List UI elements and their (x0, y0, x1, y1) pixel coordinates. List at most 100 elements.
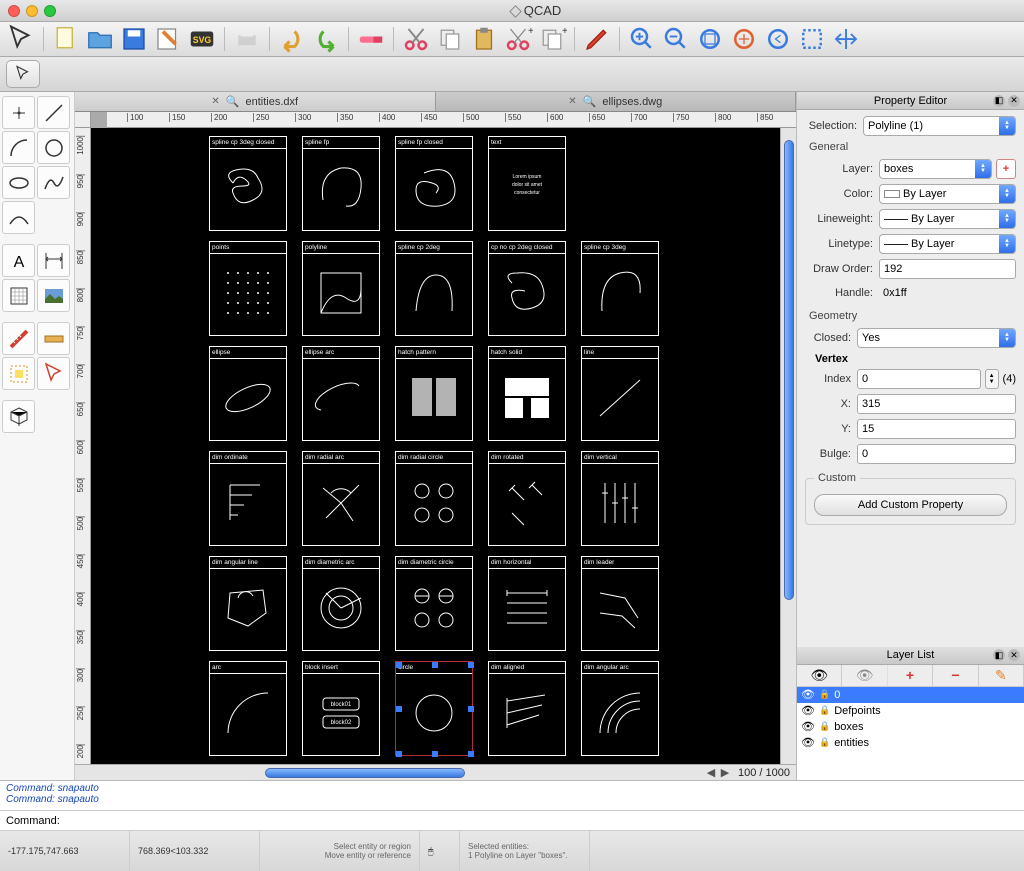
x-input[interactable] (857, 394, 1016, 414)
layer-row-Defpoints[interactable]: 👁🔒Defpoints (797, 703, 1024, 719)
tab-entities[interactable]: ✕🔍entities.dxf (75, 92, 436, 111)
entity-dim-diametric-circle[interactable]: dim diametric circle (395, 556, 473, 651)
cut-ref[interactable]: + (503, 25, 533, 53)
entity-dim-radial-arc[interactable]: dim radial arc (302, 451, 380, 546)
entity-line[interactable]: line (581, 346, 659, 441)
entity-dim-aligned[interactable]: dim aligned (488, 661, 566, 756)
new-file[interactable] (51, 25, 81, 53)
remove-layer[interactable]: − (933, 665, 978, 686)
undo[interactable] (277, 25, 307, 53)
lock-icon[interactable]: 🔒 (819, 721, 830, 732)
visibility-icon[interactable]: 👁 (801, 736, 815, 749)
canvas[interactable]: spline cp 3deg closedspline fpspline fp … (91, 128, 796, 764)
entity-dim-radial-circle[interactable]: dim radial circle (395, 451, 473, 546)
scroll-thumb[interactable] (265, 768, 465, 778)
delete[interactable] (356, 25, 386, 53)
entity-dim-diametric-arc[interactable]: dim diametric arc (302, 556, 380, 651)
visibility-icon[interactable]: 👁 (801, 704, 815, 717)
scroll-left[interactable]: ◀ (704, 766, 718, 780)
close-panel-icon[interactable]: ✕ (1008, 649, 1020, 661)
scroll-right[interactable]: ▶ (718, 766, 732, 780)
zoom-in[interactable] (627, 25, 657, 53)
block-tool[interactable] (2, 400, 35, 433)
save-file[interactable] (119, 25, 149, 53)
closed-dropdown[interactable]: Yes▲▼ (857, 328, 1016, 348)
zoom-prev[interactable] (763, 25, 793, 53)
cut[interactable] (401, 25, 431, 53)
visibility-icon[interactable]: 👁 (801, 688, 815, 701)
paste[interactable] (469, 25, 499, 53)
entity-spline-cp-3deg-closed[interactable]: spline cp 3deg closed (209, 136, 287, 231)
measure-tool[interactable] (2, 322, 35, 355)
line-tool[interactable] (37, 96, 70, 129)
copy[interactable] (435, 25, 465, 53)
redo[interactable] (311, 25, 341, 53)
entity-spline-fp-closed[interactable]: spline fp closed (395, 136, 473, 231)
layer-row-0[interactable]: 👁🔒0 (797, 687, 1024, 703)
entity-dim-leader[interactable]: dim leader (581, 556, 659, 651)
add-layer-button[interactable]: + (996, 159, 1016, 179)
entity-hatch-solid[interactable]: hatch solid (488, 346, 566, 441)
entity-arc[interactable]: arc (209, 661, 287, 756)
draworder-input[interactable] (879, 259, 1016, 279)
open-file[interactable] (85, 25, 115, 53)
image-tool[interactable] (37, 279, 70, 312)
entity-hatch-pattern[interactable]: hatch pattern (395, 346, 473, 441)
add-custom-property-button[interactable]: Add Custom Property (814, 494, 1007, 516)
zoom-selection[interactable] (729, 25, 759, 53)
color-dropdown[interactable]: By Layer▲▼ (879, 184, 1016, 204)
bulge-input[interactable] (857, 444, 1016, 464)
minimize-window[interactable] (26, 5, 38, 17)
entity-spline-cp-2deg[interactable]: spline cp 2deg (395, 241, 473, 336)
tab-ellipses[interactable]: ✕🔍ellipses.dwg (436, 92, 797, 111)
layer-row-boxes[interactable]: 👁🔒boxes (797, 719, 1024, 735)
pick-tool[interactable] (37, 357, 70, 390)
close-tab-icon[interactable]: ✕ (211, 96, 219, 107)
select-tool[interactable] (2, 357, 35, 390)
close-panel-icon[interactable]: ✕ (1008, 95, 1020, 107)
layer-row-entities[interactable]: 👁🔒entities (797, 735, 1024, 751)
pan[interactable] (831, 25, 861, 53)
entity-dim-horizontal[interactable]: dim horizontal (488, 556, 566, 651)
lock-icon[interactable]: 🔒 (819, 737, 830, 748)
text-tool[interactable]: A (2, 244, 35, 277)
entity-dim-angular-line[interactable]: dim angular line (209, 556, 287, 651)
entity-cp-no-cp-2deg-closed[interactable]: cp no cp 2deg closed (488, 241, 566, 336)
copy-ref[interactable]: + (537, 25, 567, 53)
layer-dropdown[interactable]: boxes▲▼ (879, 159, 992, 179)
undock-icon[interactable]: ◧ (993, 95, 1005, 107)
zoom-auto[interactable] (695, 25, 725, 53)
dimension-tool[interactable] (37, 244, 70, 277)
index-input[interactable] (857, 369, 981, 389)
circle-tool[interactable] (37, 131, 70, 164)
edit-file[interactable] (153, 25, 183, 53)
entity-spline-fp[interactable]: spline fp (302, 136, 380, 231)
entity-ellipse-arc[interactable]: ellipse arc (302, 346, 380, 441)
pencil-tool[interactable] (582, 25, 612, 53)
entity-dim-ordinate[interactable]: dim ordinate (209, 451, 287, 546)
entity-circle[interactable]: circle (395, 661, 473, 756)
entity-points[interactable]: points (209, 241, 287, 336)
entity-spline-cp-3deg[interactable]: spline cp 3deg (581, 241, 659, 336)
entity-dim-angular-arc[interactable]: dim angular arc (581, 661, 659, 756)
ellipse-tool[interactable] (2, 166, 35, 199)
entity-ellipse[interactable]: ellipse (209, 346, 287, 441)
lineweight-dropdown[interactable]: By Layer▲▼ (879, 209, 1016, 229)
visibility-icon[interactable]: 👁 (801, 720, 815, 733)
close-tab-icon[interactable]: ✕ (568, 96, 576, 107)
entity-text[interactable]: textLorem ipsumdolor sit ametconsectetur (488, 136, 566, 231)
entity-dim-rotated[interactable]: dim rotated (488, 451, 566, 546)
lock-icon[interactable]: 🔒 (819, 705, 830, 716)
zoom-out[interactable] (661, 25, 691, 53)
entity-dim-vertical[interactable]: dim vertical (581, 451, 659, 546)
hide-all-layers[interactable]: 👁 (842, 665, 887, 686)
entity-block-insert[interactable]: block insertblock01block02 (302, 661, 380, 756)
polyline-tool[interactable] (2, 201, 35, 234)
arc-tool[interactable] (2, 131, 35, 164)
lock-icon[interactable]: 🔒 (819, 689, 830, 700)
close-window[interactable] (8, 5, 20, 17)
entity-polyline[interactable]: polyline (302, 241, 380, 336)
show-all-layers[interactable]: 👁 (797, 665, 842, 686)
edit-layer[interactable]: ✎ (979, 665, 1024, 686)
pointer-tool[interactable] (6, 25, 36, 53)
